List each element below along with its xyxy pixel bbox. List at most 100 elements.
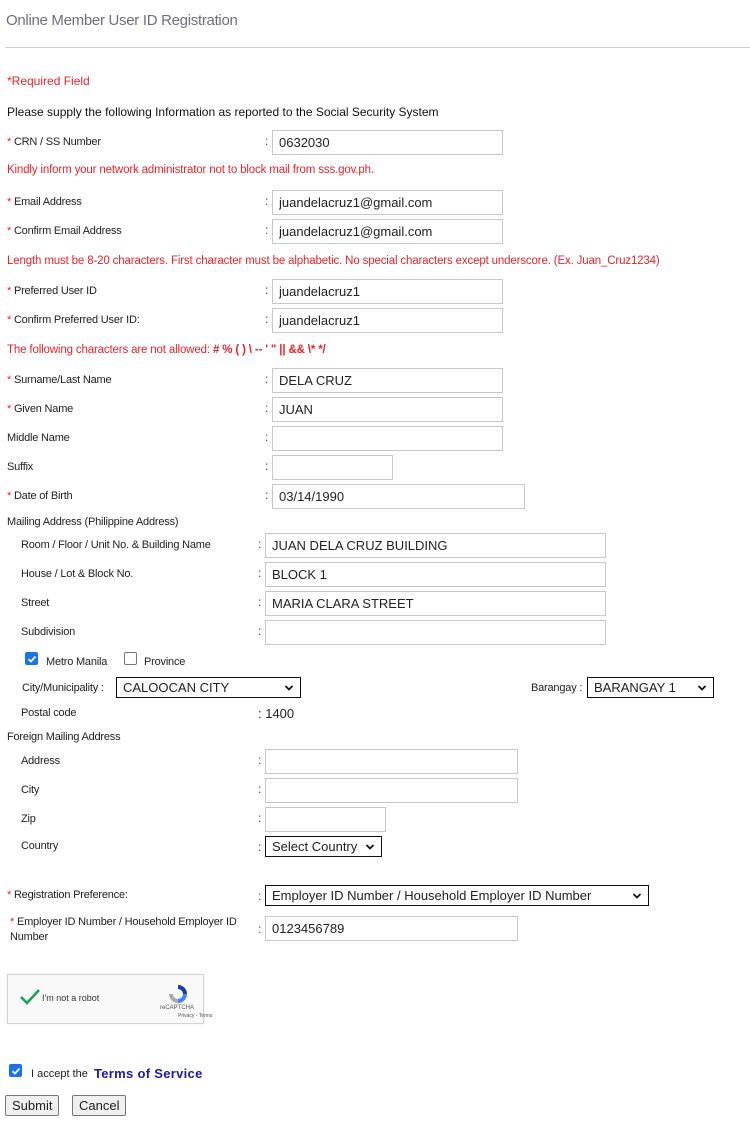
recaptcha-logo-icon bbox=[169, 985, 187, 1003]
recaptcha-links[interactable]: Privacy - Terms bbox=[178, 1013, 212, 1019]
country-select[interactable]: Select Country bbox=[265, 836, 382, 857]
dob-input[interactable] bbox=[272, 484, 525, 509]
confirm-email-label: * Confirm Email Address bbox=[7, 225, 122, 237]
colon: : bbox=[265, 194, 269, 208]
city-select[interactable]: CALOOCAN CITY bbox=[116, 677, 301, 698]
house-label: House / Lot & Block No. bbox=[21, 568, 134, 580]
middle-name-label: Middle Name bbox=[7, 432, 70, 444]
middle-name-input[interactable] bbox=[272, 426, 503, 451]
street-input[interactable] bbox=[265, 591, 606, 616]
registration-preference-select[interactable]: Employer ID Number / Household Employer … bbox=[265, 885, 649, 906]
given-name-input[interactable] bbox=[272, 397, 503, 422]
colon: : bbox=[258, 595, 262, 609]
checkmark-icon bbox=[11, 1067, 20, 1075]
terms-of-service-link[interactable]: Terms of Service bbox=[94, 1066, 203, 1081]
country-label: Country bbox=[21, 840, 59, 852]
colon: : bbox=[265, 488, 269, 502]
page-title: Online Member User ID Registration bbox=[6, 12, 238, 29]
confirm-user-id-input[interactable] bbox=[272, 308, 503, 333]
colon: : bbox=[258, 624, 262, 638]
confirm-email-input[interactable] bbox=[272, 219, 503, 244]
required-field-note: *Required Field bbox=[7, 74, 90, 88]
suffix-label: Suffix bbox=[7, 461, 34, 473]
title-divider bbox=[5, 47, 750, 48]
barangay-select[interactable]: BARANGAY 1 bbox=[587, 677, 714, 698]
colon: : bbox=[258, 537, 262, 551]
colon: : bbox=[258, 811, 262, 825]
confirm-user-id-label: * Confirm Preferred User ID: bbox=[7, 314, 140, 326]
chevron-down-icon bbox=[697, 684, 707, 691]
dob-label: * Date of Birth bbox=[7, 490, 73, 502]
captcha-checkmark-icon[interactable] bbox=[19, 988, 41, 1006]
surname-input[interactable] bbox=[272, 368, 503, 393]
zip-input[interactable] bbox=[265, 807, 386, 832]
accept-terms-checkbox[interactable] bbox=[9, 1064, 22, 1077]
email-input[interactable] bbox=[272, 190, 503, 215]
captcha-label: I'm not a robot bbox=[42, 993, 100, 1003]
province-label: Province bbox=[144, 656, 186, 668]
employer-id-label: * Employer ID Number / Household Employe… bbox=[10, 916, 237, 943]
room-label: Room / Floor / Unit No. & Building Name bbox=[21, 539, 211, 551]
colon: : bbox=[258, 566, 262, 580]
surname-label: * Surname/Last Name bbox=[7, 374, 112, 386]
colon: : bbox=[258, 782, 262, 796]
chevron-down-icon bbox=[365, 843, 375, 850]
user-id-label: * Preferred User ID bbox=[7, 285, 97, 297]
metro-manila-label: Metro Manila bbox=[46, 656, 108, 668]
recaptcha-widget[interactable]: I'm not a robot reCAPTCHA Privacy - Term… bbox=[7, 974, 212, 1024]
suffix-input[interactable] bbox=[272, 455, 393, 480]
colon: : bbox=[265, 372, 269, 386]
street-label: Street bbox=[21, 597, 50, 609]
subdivision-label: Subdivision bbox=[21, 626, 76, 638]
foreign-city-label: City bbox=[21, 784, 40, 796]
colon: : bbox=[265, 401, 269, 415]
colon: : bbox=[265, 430, 269, 444]
registration-preference-value: Employer ID Number / Household Employer … bbox=[272, 888, 592, 903]
user-id-input[interactable] bbox=[272, 279, 503, 304]
crn-input[interactable] bbox=[272, 130, 503, 155]
metro-manila-checkbox[interactable] bbox=[25, 652, 38, 665]
intro-text: Please supply the following Information … bbox=[7, 105, 439, 119]
colon: : bbox=[265, 223, 269, 237]
colon: : bbox=[265, 283, 269, 297]
foreign-address-label: Address bbox=[21, 755, 60, 767]
barangay-label: Barangay : bbox=[531, 682, 583, 694]
postal-code-value: : 1400 bbox=[258, 706, 295, 721]
colon: : bbox=[258, 753, 262, 767]
recaptcha-brand: reCAPTCHA bbox=[160, 1005, 195, 1011]
userid-rules-note: Length must be 8-20 characters. First ch… bbox=[7, 255, 660, 267]
chevron-down-icon bbox=[632, 892, 642, 899]
zip-label: Zip bbox=[21, 813, 36, 825]
disallowed-chars: # % ( ) \ -- ' " || && \* */ bbox=[212, 344, 326, 356]
disallowed-chars-note: The following characters are not allowed… bbox=[7, 344, 326, 356]
chevron-down-icon bbox=[284, 684, 294, 691]
email-label: * Email Address bbox=[7, 196, 82, 208]
cancel-button[interactable]: Cancel bbox=[72, 1095, 127, 1116]
room-input[interactable] bbox=[265, 533, 606, 558]
crn-label: * CRN / SS Number bbox=[7, 136, 101, 148]
mailing-address-heading: Mailing Address (Philippine Address) bbox=[7, 516, 179, 528]
colon: : bbox=[258, 840, 262, 854]
foreign-city-input[interactable] bbox=[265, 778, 518, 803]
colon: : bbox=[258, 922, 262, 936]
accept-terms-label: I accept the bbox=[31, 1068, 88, 1080]
subdivision-input[interactable] bbox=[265, 620, 606, 645]
barangay-select-value: BARANGAY 1 bbox=[594, 680, 676, 695]
mail-notice: Kindly inform your network administrator… bbox=[7, 164, 374, 176]
colon: : bbox=[258, 889, 262, 903]
foreign-address-heading: Foreign Mailing Address bbox=[7, 731, 121, 743]
foreign-address-input[interactable] bbox=[265, 749, 518, 774]
country-select-value: Select Country bbox=[272, 839, 358, 854]
province-checkbox[interactable] bbox=[124, 652, 137, 665]
registration-preference-label: * Registration Preference: bbox=[7, 889, 128, 901]
city-select-value: CALOOCAN CITY bbox=[123, 680, 230, 695]
city-label: City/Municipality : bbox=[22, 682, 104, 694]
given-name-label: * Given Name bbox=[7, 403, 74, 415]
checkmark-icon bbox=[27, 655, 36, 663]
colon: : bbox=[265, 459, 269, 473]
colon: : bbox=[265, 312, 269, 326]
submit-button[interactable]: Submit bbox=[5, 1095, 60, 1116]
postal-code-label: Postal code bbox=[21, 707, 77, 719]
employer-id-input[interactable] bbox=[265, 916, 518, 941]
house-input[interactable] bbox=[265, 562, 606, 587]
